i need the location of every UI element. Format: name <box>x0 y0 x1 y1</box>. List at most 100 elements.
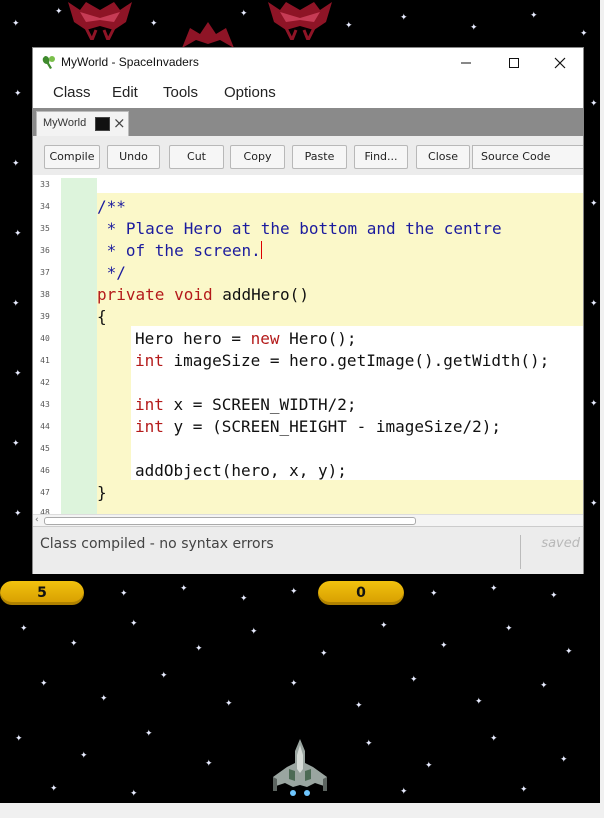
compile-button[interactable]: Compile <box>44 145 100 169</box>
star: ✦ <box>240 594 248 604</box>
star: ✦ <box>12 19 20 29</box>
star: ✦ <box>240 9 248 19</box>
star: ✦ <box>590 199 598 209</box>
star: ✦ <box>400 787 408 797</box>
line-number: 40 <box>40 334 50 343</box>
star: ✦ <box>14 89 22 99</box>
code-text: Hero(); <box>279 329 357 348</box>
code-keyword: int <box>135 395 164 414</box>
class-thumbnail-icon <box>95 117 110 131</box>
star: ✦ <box>80 751 88 761</box>
star: ✦ <box>130 789 138 799</box>
line-number: 43 <box>40 400 50 409</box>
code-comment: * of the screen. <box>97 241 261 260</box>
menu-edit[interactable]: Edit <box>112 84 138 101</box>
status-divider <box>520 535 521 569</box>
minimize-icon <box>461 62 471 63</box>
star: ✦ <box>100 694 108 704</box>
star: ✦ <box>590 399 598 409</box>
line-number: 41 <box>40 356 50 365</box>
copy-button[interactable]: Copy <box>230 145 285 169</box>
code-line: int x = SCREEN_WIDTH/2; <box>135 394 357 416</box>
star: ✦ <box>14 229 22 239</box>
line-number: 42 <box>40 378 50 387</box>
star: ✦ <box>430 589 438 599</box>
tab-label: MyWorld <box>43 117 87 129</box>
star: ✦ <box>145 729 153 739</box>
code-keyword: int <box>135 351 164 370</box>
alien-invader <box>268 2 332 40</box>
paste-button[interactable]: Paste <box>292 145 347 169</box>
star: ✦ <box>55 7 63 17</box>
menu-tools[interactable]: Tools <box>163 84 198 101</box>
star: ✦ <box>425 761 433 771</box>
star: ✦ <box>12 439 20 449</box>
star: ✦ <box>40 679 48 689</box>
star: ✦ <box>225 699 233 709</box>
star: ✦ <box>520 785 528 795</box>
star: ✦ <box>560 755 568 765</box>
star: ✦ <box>120 589 128 599</box>
close-window-button[interactable] <box>537 48 583 77</box>
star: ✦ <box>150 19 158 29</box>
star: ✦ <box>590 299 598 309</box>
star: ✦ <box>14 509 22 519</box>
maximize-icon <box>509 57 519 68</box>
star: ✦ <box>550 591 558 601</box>
code-line: private void addHero() <box>97 284 309 306</box>
saved-indicator: saved <box>541 536 580 551</box>
star: ✦ <box>470 23 478 33</box>
code-line: * of the screen. <box>97 240 262 262</box>
star: ✦ <box>130 619 138 629</box>
alien-invader <box>182 22 234 48</box>
tab-close-icon[interactable]: × <box>113 114 126 132</box>
star: ✦ <box>440 641 448 651</box>
menu-options[interactable]: Options <box>224 84 276 101</box>
close-button[interactable]: Close <box>416 145 470 169</box>
code-keyword: int <box>135 417 164 436</box>
scroll-left-icon[interactable]: ‹ <box>35 515 39 525</box>
code-text: imageSize = hero.getImage().getWidth(); <box>163 351 550 370</box>
tab-myworld[interactable]: MyWorld × <box>36 111 129 136</box>
view-select[interactable]: Source Code <box>472 145 583 169</box>
horizontal-scrollbar[interactable]: ‹ <box>33 514 583 526</box>
code-line: } <box>97 483 107 502</box>
star: ✦ <box>195 644 203 654</box>
undo-button[interactable]: Undo <box>107 145 160 169</box>
code-line: */ <box>97 263 126 282</box>
menu-class[interactable]: Class <box>53 84 91 101</box>
code-editor[interactable]: 33 34 35 36 37 38 39 40 41 42 43 44 45 4… <box>33 178 583 514</box>
status-message: Class compiled - no syntax errors <box>40 536 274 552</box>
code-text: addHero() <box>222 285 309 304</box>
scrollbar-thumb[interactable] <box>44 517 416 525</box>
star: ✦ <box>505 624 513 634</box>
minimize-button[interactable] <box>443 48 489 77</box>
find-button[interactable]: Find... <box>354 145 408 169</box>
star: ✦ <box>290 679 298 689</box>
cut-button[interactable]: Cut <box>169 145 224 169</box>
text-cursor <box>260 241 262 259</box>
window-title: MyWorld - SpaceInvaders <box>61 55 199 69</box>
code-line: { <box>97 307 107 326</box>
class-scope-highlight <box>61 178 97 514</box>
star: ✦ <box>490 734 498 744</box>
code-text: x = SCREEN_WIDTH/2; <box>163 395 357 414</box>
star: ✦ <box>20 624 28 634</box>
star: ✦ <box>205 759 213 769</box>
star: ✦ <box>475 697 483 707</box>
star: ✦ <box>490 584 498 594</box>
code-line: int y = (SCREEN_HEIGHT - imageSize/2); <box>135 416 501 438</box>
line-number: 38 <box>40 290 50 299</box>
code-line: * Place Hero at the bottom and the centr… <box>97 219 502 238</box>
star: ✦ <box>50 784 58 794</box>
maximize-button[interactable] <box>491 48 537 77</box>
line-number: 47 <box>40 488 50 497</box>
star: ✦ <box>365 739 373 749</box>
star: ✦ <box>180 584 188 594</box>
hero-ship <box>273 739 327 796</box>
code-keyword: private <box>97 285 165 304</box>
code-text: y = (SCREEN_HEIGHT - imageSize/2); <box>163 417 502 436</box>
close-icon <box>554 57 566 68</box>
lives-badge: 5 <box>0 581 84 605</box>
editor-window: MyWorld - SpaceInvaders Class Edit Tools… <box>33 48 583 574</box>
